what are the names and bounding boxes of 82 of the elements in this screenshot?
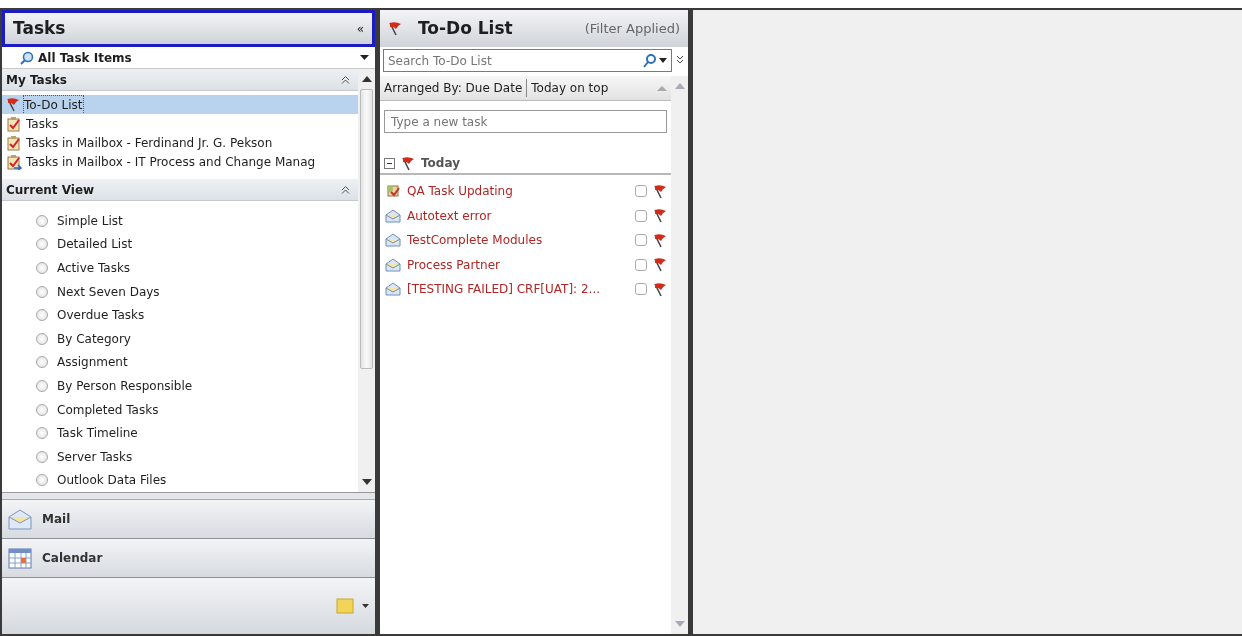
note-icon[interactable] <box>336 598 354 615</box>
filter-label: (Filter Applied) <box>584 19 680 38</box>
envelope-icon <box>385 208 401 223</box>
arrange-by-header[interactable]: Arranged By: Due Date <box>384 79 528 97</box>
checkbox[interactable] <box>635 209 647 222</box>
radio-button[interactable] <box>36 238 48 251</box>
view-option[interactable]: Task Timeline <box>57 424 138 443</box>
scroll-up-icon[interactable] <box>361 75 372 83</box>
folder-item[interactable]: To-Do List <box>2 95 358 114</box>
view-option[interactable]: Overdue Tasks <box>57 306 145 325</box>
view-option[interactable]: Outlook Data Files <box>57 471 167 490</box>
envelope-icon <box>385 233 401 248</box>
task-icon <box>6 153 22 170</box>
caret-icon <box>360 54 369 61</box>
nav-button[interactable]: Calendar <box>2 539 375 579</box>
flag-icon <box>653 183 667 199</box>
view-option[interactable]: Next Seven Days <box>57 282 160 301</box>
envelope-icon <box>385 257 401 272</box>
task-row[interactable]: Process Partner <box>380 252 671 277</box>
view-option[interactable]: Assignment <box>57 353 128 372</box>
calendar-icon <box>8 547 32 570</box>
radio-button[interactable] <box>36 403 48 416</box>
radio-button[interactable] <box>36 262 48 274</box>
pane-title: To-Do List <box>418 16 514 40</box>
nav-button[interactable]: Mail <box>2 500 375 540</box>
task-row[interactable]: TestComplete Modules <box>380 228 671 253</box>
task-icon <box>6 134 22 151</box>
view-option[interactable]: Simple List <box>57 211 123 230</box>
caret-icon <box>362 603 369 609</box>
flag-icon <box>653 281 667 297</box>
task-row[interactable]: [TESTING FAILED] CRF[UAT]: 2... <box>380 277 671 302</box>
folder-item[interactable]: Tasks in Mailbox - IT Process and Change Manag <box>2 152 358 171</box>
view-option[interactable]: Completed Tasks <box>57 400 159 419</box>
radio-button[interactable] <box>36 332 48 345</box>
collapse-icon <box>341 75 350 84</box>
checkbox[interactable] <box>635 258 647 271</box>
view-option[interactable]: By Person Responsible <box>57 376 193 395</box>
radio-button[interactable] <box>36 356 48 369</box>
folder-item[interactable]: Tasks in Mailbox - Ferdinand Jr. G. Pekson <box>2 133 358 152</box>
flag-icon <box>388 21 402 36</box>
group-label: Today <box>421 155 460 172</box>
radio-button[interactable] <box>36 379 48 392</box>
splitter[interactable] <box>2 492 375 501</box>
task-row[interactable]: QA Task Updating <box>380 179 671 204</box>
flag-icon <box>653 232 667 248</box>
collapse-icon <box>341 185 350 194</box>
radio-button[interactable] <box>36 427 48 440</box>
folder-item[interactable]: Tasks <box>2 114 358 133</box>
new-task-field[interactable]: Type a new task <box>384 110 667 133</box>
section-header[interactable]: Current View <box>2 179 358 201</box>
envelope-icon <box>385 282 401 297</box>
task-row[interactable]: Autotext error <box>380 203 671 228</box>
flag-icon <box>653 257 667 273</box>
scroll-thumb[interactable] <box>360 89 373 369</box>
section-header[interactable]: My Tasks <box>2 69 358 91</box>
flag-icon <box>653 208 667 224</box>
flag-icon <box>6 97 20 112</box>
expand-icon[interactable] <box>676 55 684 64</box>
checkbox[interactable] <box>635 185 647 198</box>
radio-button[interactable] <box>36 214 48 227</box>
pane-title: Tasks <box>13 16 66 40</box>
sort-order-header[interactable]: Today on top <box>527 79 657 97</box>
radio-button[interactable] <box>36 285 48 298</box>
task-icon <box>6 115 22 132</box>
flag-icon <box>401 155 415 171</box>
checkbox[interactable] <box>635 283 647 296</box>
radio-button[interactable] <box>36 450 48 463</box>
sort-icon <box>657 84 667 92</box>
envelope-icon <box>8 508 32 531</box>
scroll-down-icon[interactable] <box>361 478 372 487</box>
scrollbar[interactable] <box>358 69 375 493</box>
collapse-icon[interactable] <box>384 157 395 169</box>
view-option[interactable]: Active Tasks <box>57 259 131 277</box>
checkbox[interactable] <box>635 234 647 247</box>
view-option[interactable]: Detailed List <box>57 235 133 254</box>
search-icon <box>20 50 34 65</box>
radio-button[interactable] <box>36 474 48 487</box>
radio-button[interactable] <box>36 309 48 322</box>
task-icon <box>385 183 401 200</box>
view-option[interactable]: Server Tasks <box>57 447 133 466</box>
collapse-button[interactable]: « <box>356 19 364 38</box>
view-option[interactable]: By Category <box>57 329 131 348</box>
